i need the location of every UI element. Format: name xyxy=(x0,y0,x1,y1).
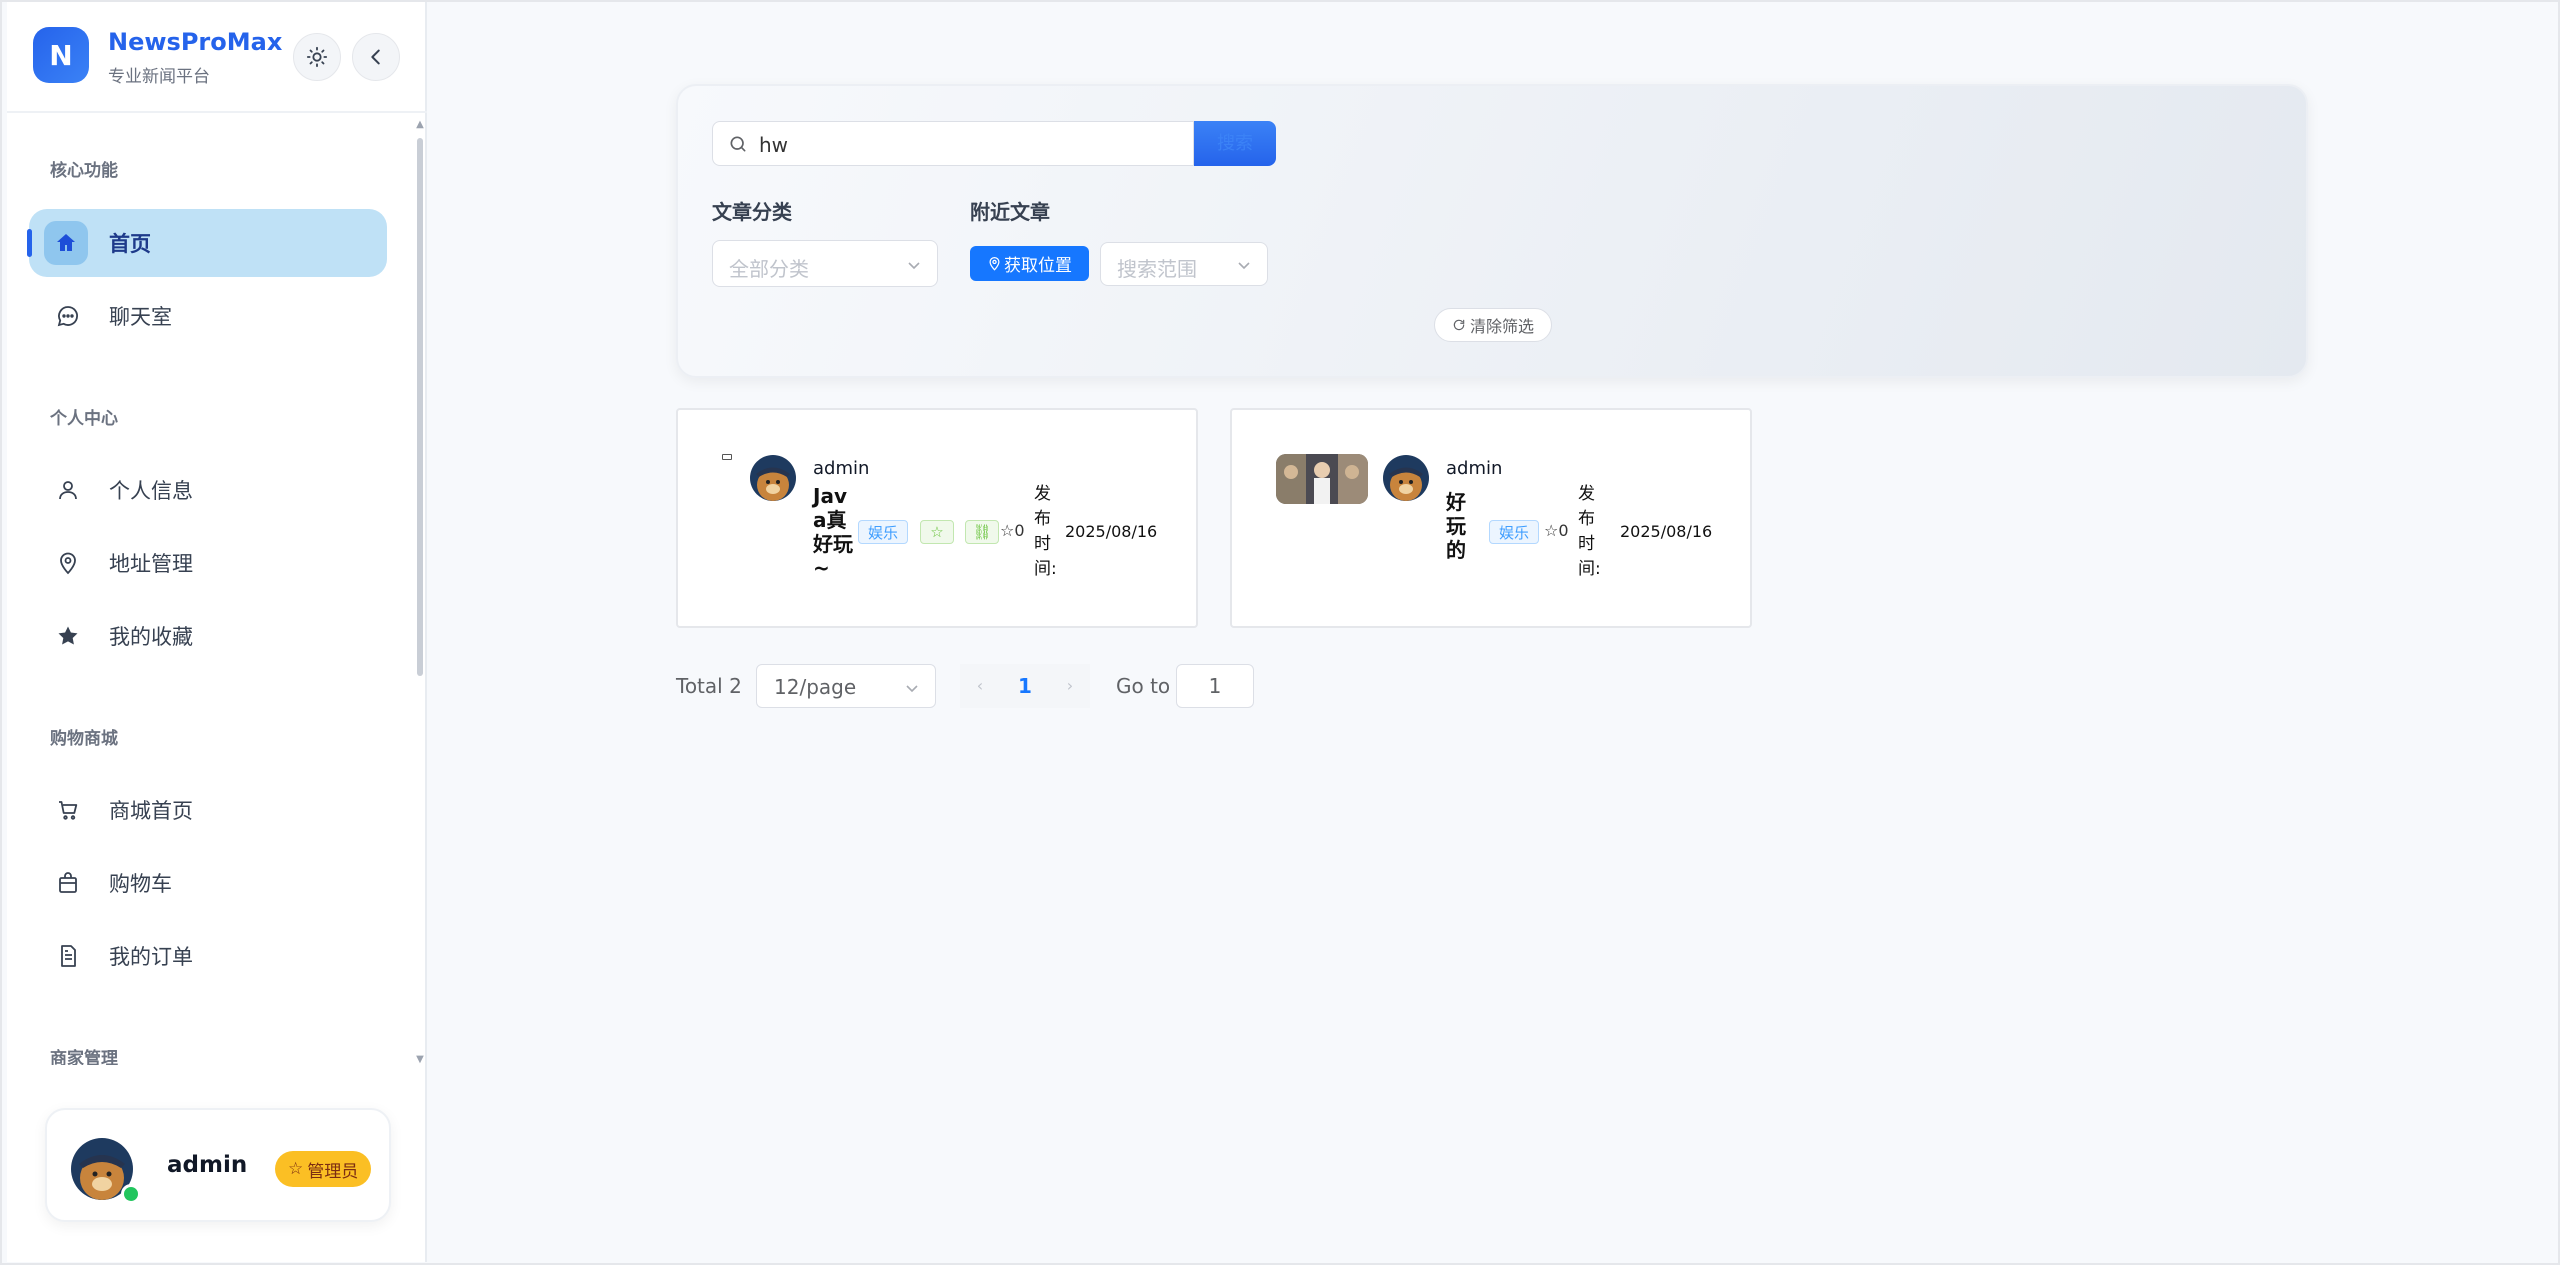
nav-section-merchant: 商家管理 xyxy=(50,1049,118,1065)
nav-section-core: 核心功能 xyxy=(50,161,118,181)
sidebar-item-home[interactable]: 首页 xyxy=(27,209,387,277)
star-outline-icon: ☆ xyxy=(288,1159,304,1179)
publish-label: 发布时间: xyxy=(1578,484,1601,579)
page-number-button[interactable]: 1 xyxy=(1000,664,1050,708)
clear-filters-button[interactable]: 清除筛选 xyxy=(1434,308,1552,342)
range-select[interactable]: 搜索范围 xyxy=(1100,242,1268,286)
sidebar-item-shop-home[interactable]: 商城首页 xyxy=(29,776,387,844)
sidebar-item-orders[interactable]: 我的订单 xyxy=(29,922,387,990)
bag-icon xyxy=(55,870,81,896)
search-value: hw xyxy=(759,133,789,157)
sidebar-item-address[interactable]: 地址管理 xyxy=(29,529,387,597)
pagination: Total 2 12/page ‹ 1 › Go to 1 xyxy=(676,664,1376,708)
star-tag-icon[interactable]: ☆ xyxy=(920,520,954,544)
chevron-down-icon xyxy=(1238,262,1250,270)
category-select[interactable]: 全部分类 xyxy=(712,240,938,287)
article-title[interactable]: Java真好玩~ xyxy=(813,484,857,580)
theme-toggle-button[interactable] xyxy=(293,33,341,81)
scroll-down-arrow-icon[interactable]: ▼ xyxy=(415,1055,425,1065)
brand-name: NewsProMax xyxy=(108,28,283,56)
range-placeholder: 搜索范围 xyxy=(1117,257,1197,281)
sidebar-item-label: 个人信息 xyxy=(109,479,193,503)
brand-header: N NewsProMax 专业新闻平台 xyxy=(7,0,427,113)
star-count-value: 0 xyxy=(1014,521,1025,540)
publish-date: 2025/08/16 xyxy=(1065,522,1158,541)
sidebar-item-profile[interactable]: 个人信息 xyxy=(29,456,387,524)
article-card[interactable]: admin Java真好玩~ 娱乐 ☆ ⛓ ☆0 发布时间: 2025/08/1… xyxy=(676,408,1198,628)
location-pin-icon xyxy=(989,256,1000,271)
get-location-label: 获取位置 xyxy=(1004,256,1072,276)
filter-panel: hw 搜索 文章分类 全部分类 附近文章 获取位置 搜索范围 清除筛选 xyxy=(676,84,2308,378)
publish-label: 发布时间: xyxy=(1034,484,1057,579)
search-icon xyxy=(730,136,746,152)
page-size-value: 12/page xyxy=(774,675,857,699)
author-name: admin xyxy=(813,458,870,479)
clear-filters-label: 清除筛选 xyxy=(1469,317,1534,336)
category-placeholder: 全部分类 xyxy=(729,257,809,281)
search-button[interactable]: 搜索 xyxy=(1194,121,1276,166)
get-location-button[interactable]: 获取位置 xyxy=(970,246,1089,281)
user-card[interactable]: admin ☆ 管理员 xyxy=(45,1108,391,1222)
user-icon xyxy=(55,477,81,503)
location-icon xyxy=(55,550,81,576)
goto-label: Go to xyxy=(1116,674,1171,698)
sidebar-item-label: 首页 xyxy=(109,232,151,256)
sidebar-item-label: 商城首页 xyxy=(109,799,193,823)
sidebar-nav: 核心功能 首页 聊天室 个人中心 个人信息 地址管理 我的收藏 购物商城 商城首… xyxy=(7,120,419,1065)
next-page-button[interactable]: › xyxy=(1050,664,1090,708)
brand-logo[interactable]: N xyxy=(33,27,89,83)
star-count: ☆0 xyxy=(1000,521,1025,540)
scroll-thumb[interactable] xyxy=(417,138,423,676)
sidebar-item-label: 我的收藏 xyxy=(109,625,193,649)
sun-icon xyxy=(306,46,328,68)
nav-section-shop: 购物商城 xyxy=(50,729,118,749)
nav-section-personal: 个人中心 xyxy=(50,409,118,429)
sidebar-item-label: 我的订单 xyxy=(109,945,193,969)
sidebar-item-favorites[interactable]: 我的收藏 xyxy=(29,602,387,670)
publish-date: 2025/08/16 xyxy=(1620,522,1713,541)
article-thumbnail[interactable] xyxy=(1276,454,1368,504)
author-avatar[interactable] xyxy=(1383,455,1429,501)
page-size-select[interactable]: 12/page xyxy=(756,664,936,708)
user-name: admin xyxy=(167,1152,248,1178)
sidebar-scrollbar[interactable]: ▲ ▼ xyxy=(415,120,425,1065)
category-tag: 娱乐 xyxy=(1489,520,1539,544)
chevron-left-icon xyxy=(371,49,380,65)
star-icon xyxy=(55,623,81,649)
sidebar-item-label: 聊天室 xyxy=(109,305,172,329)
sidebar-item-chat[interactable]: 聊天室 xyxy=(29,282,387,350)
chevron-down-icon xyxy=(908,262,920,270)
sidebar-item-label: 购物车 xyxy=(109,872,172,896)
link-tag-icon[interactable]: ⛓ xyxy=(965,520,999,544)
broken-image-icon xyxy=(722,454,732,460)
role-label: 管理员 xyxy=(307,1161,359,1182)
chat-icon xyxy=(55,303,81,329)
brand-subtitle: 专业新闻平台 xyxy=(108,67,210,87)
article-card[interactable]: admin 好玩的 娱乐 ☆0 发布时间: 2025/08/16 xyxy=(1230,408,1752,628)
author-avatar[interactable] xyxy=(750,455,796,501)
goto-page-input[interactable]: 1 xyxy=(1176,664,1254,708)
nearby-label: 附近文章 xyxy=(970,200,1050,224)
chevron-down-icon xyxy=(906,685,918,693)
article-title[interactable]: 好玩的 xyxy=(1446,490,1470,562)
author-name: admin xyxy=(1446,458,1503,479)
prev-page-button[interactable]: ‹ xyxy=(960,664,1000,708)
refresh-icon xyxy=(1453,319,1465,331)
category-label: 文章分类 xyxy=(712,200,792,224)
online-status-dot xyxy=(121,1184,141,1204)
search-input[interactable]: hw xyxy=(712,121,1194,166)
cart-icon xyxy=(55,797,81,823)
role-badge: ☆ 管理员 xyxy=(275,1151,372,1187)
document-icon xyxy=(55,943,81,969)
pagination-total: Total 2 xyxy=(676,674,742,698)
home-icon xyxy=(44,221,88,265)
sidebar-item-label: 地址管理 xyxy=(109,552,193,576)
sidebar: N NewsProMax 专业新闻平台 核心功能 首页 聊天室 个人中心 个人信… xyxy=(7,0,427,1262)
category-tag: 娱乐 xyxy=(858,520,908,544)
star-count-value: 0 xyxy=(1558,521,1569,540)
collapse-sidebar-button[interactable] xyxy=(352,33,400,81)
sidebar-item-cart[interactable]: 购物车 xyxy=(29,849,387,917)
star-count: ☆0 xyxy=(1544,521,1569,540)
scroll-up-arrow-icon[interactable]: ▲ xyxy=(415,120,425,130)
